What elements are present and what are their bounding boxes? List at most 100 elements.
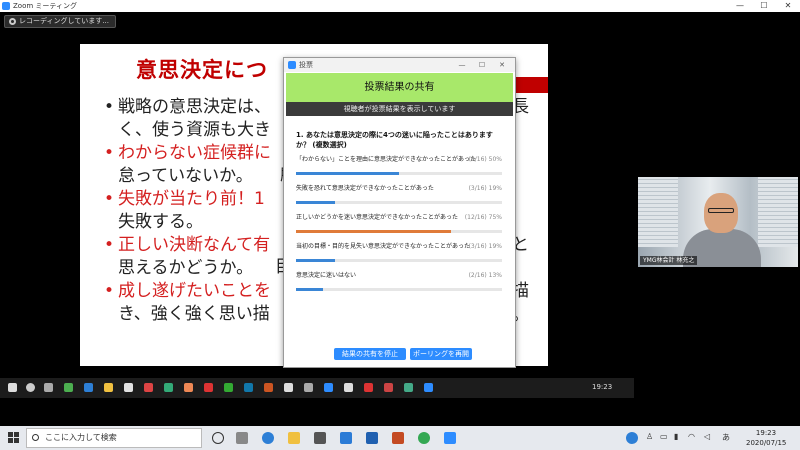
task-view-icon[interactable]	[236, 432, 248, 444]
chrome-icon[interactable]	[418, 432, 430, 444]
poll-window-title: 投票	[299, 61, 313, 69]
remote-clock: 19:23	[592, 383, 613, 391]
cortana-icon[interactable]	[212, 432, 224, 444]
poll-option-count: (3/16) 19%	[468, 243, 502, 250]
poll-option-bar-track	[296, 172, 502, 175]
poll-option-bar	[296, 259, 336, 262]
record-icon	[9, 18, 16, 25]
app-icon	[244, 383, 253, 392]
clock-time: 19:23	[755, 429, 777, 437]
poll-option: 失敗を恐れて意思決定ができなかったことがあった (3/16) 19%	[296, 185, 504, 214]
app-icon	[324, 383, 333, 392]
participant-video[interactable]: YMG林会計 林充之	[638, 177, 798, 267]
poll-option-label: 正しいかどうかを迷い意思決定ができなかったことがあった	[296, 214, 459, 221]
poll-close-button[interactable]: ✕	[494, 58, 510, 72]
windows-logo-icon	[14, 432, 19, 437]
zoom-meeting-window: Zoom ミーティング — ☐ ✕ レコーディングしています... 意思決定につ…	[0, 0, 800, 426]
people-icon[interactable]: ♙	[646, 432, 653, 441]
app-icon	[164, 383, 173, 392]
clock-date: 2020/07/15	[746, 439, 787, 447]
poll-option-bar-track	[296, 259, 502, 262]
poll-option-label: 意思決定に迷いはない	[296, 272, 357, 279]
app-icon	[424, 383, 433, 392]
poll-option-bar	[296, 230, 451, 233]
app-icon	[224, 383, 233, 392]
poll-option-bar	[296, 288, 323, 291]
taskbar-search-box[interactable]: ここに入力して検索	[26, 428, 202, 448]
poll-option-count: (2/16) 13%	[468, 272, 502, 279]
volume-icon[interactable]: ◁	[704, 432, 710, 441]
poll-option: 当初の目標・目的を見失い意思決定ができなかったことがあった (3/16) 19%	[296, 243, 504, 272]
recording-indicator[interactable]: レコーディングしています...	[4, 15, 116, 28]
poll-subheader: 視聴者が投票結果を表示しています	[286, 102, 513, 116]
participant-head	[704, 193, 738, 233]
maximize-button[interactable]: ☐	[752, 0, 776, 12]
taskbar-clock[interactable]: 19:23 2020/07/15	[746, 428, 786, 448]
network-icon[interactable]: ▭	[660, 432, 668, 441]
zoom-app-icon	[2, 2, 10, 10]
poll-option: 正しいかどうかを迷い意思決定ができなかったことがあった (12/16) 75%	[296, 214, 504, 243]
participant-name-label: YMG林会計 林充之	[640, 256, 698, 265]
app-icon	[304, 383, 313, 392]
poll-option-count: (3/16) 19%	[468, 185, 502, 192]
poll-option-label: 「わからない」ことを理由に意思決定ができなかったことがあった	[296, 156, 477, 163]
slide-title: 意思決定につ	[136, 58, 268, 82]
edge-icon[interactable]	[262, 432, 274, 444]
windows-logo-icon	[8, 432, 13, 437]
app-icon	[344, 383, 353, 392]
windows-logo-icon	[14, 438, 19, 443]
remote-taskbar: 19:23	[0, 378, 634, 398]
window-blind	[758, 177, 798, 247]
edge-icon	[84, 383, 93, 392]
search-placeholder: ここに入力して検索	[45, 433, 117, 442]
poll-titlebar: 投票 — ☐ ✕	[284, 58, 515, 72]
app-icon	[64, 383, 73, 392]
app-icon[interactable]	[340, 432, 352, 444]
task-view-icon	[44, 383, 53, 392]
help-icon[interactable]	[626, 432, 638, 444]
poll-footer: 結果の共有を停止 ポーリングを再開	[284, 345, 515, 367]
close-button[interactable]: ✕	[776, 0, 800, 12]
app-icon	[284, 383, 293, 392]
poll-results: 「わからない」ことを理由に意思決定ができなかったことがあった (8/16) 50…	[296, 156, 504, 301]
poll-option-bar	[296, 172, 399, 175]
poll-question: 1. あなたは意思決定の際に4つの迷いに陥ったことはありますか？ (複数選択)	[296, 131, 493, 149]
zoom-app-icon	[288, 61, 296, 69]
app-icon	[204, 383, 213, 392]
app-icon	[124, 383, 133, 392]
windows-icon	[8, 383, 17, 392]
zoom-window-title: Zoom ミーティング	[13, 2, 77, 10]
start-button[interactable]	[8, 432, 19, 443]
participant-glasses	[708, 208, 734, 213]
poll-option-bar-track	[296, 201, 502, 204]
wifi-icon[interactable]: ◠	[688, 432, 695, 441]
app-icon	[404, 383, 413, 392]
stop-sharing-results-button[interactable]: 結果の共有を停止	[334, 348, 406, 360]
search-icon	[32, 434, 39, 441]
folder-icon	[104, 383, 113, 392]
restart-polling-button[interactable]: ポーリングを再開	[410, 348, 472, 360]
poll-option: 意思決定に迷いはない (2/16) 13%	[296, 272, 504, 301]
app-icon	[264, 383, 273, 392]
recording-status-text: レコーディングしています...	[19, 17, 109, 25]
battery-icon[interactable]: ▮	[674, 432, 678, 441]
powerpoint-icon[interactable]	[392, 432, 404, 444]
mail-icon[interactable]	[366, 432, 378, 444]
poll-option-count: (8/16) 50%	[468, 156, 502, 163]
poll-option-count: (12/16) 75%	[464, 214, 502, 221]
poll-header: 投票結果の共有	[286, 73, 513, 102]
poll-option-bar-track	[296, 230, 502, 233]
windows-logo-icon	[8, 438, 13, 443]
file-explorer-icon[interactable]	[288, 432, 300, 444]
app-icon	[144, 383, 153, 392]
poll-minimize-button[interactable]: —	[454, 58, 470, 72]
ime-indicator[interactable]: あ	[722, 432, 730, 443]
zoom-titlebar: Zoom ミーティング — ☐ ✕	[0, 0, 800, 12]
minimize-button[interactable]: —	[728, 0, 752, 12]
poll-maximize-button[interactable]: ☐	[474, 58, 490, 72]
app-icon	[384, 383, 393, 392]
zoom-icon[interactable]	[444, 432, 456, 444]
windows-taskbar: ここに入力して検索 ♙ ▭ ▮ ◠ ◁ あ 19:23 2020/07/15	[0, 426, 800, 450]
store-icon[interactable]	[314, 432, 326, 444]
poll-option-bar-track	[296, 288, 502, 291]
